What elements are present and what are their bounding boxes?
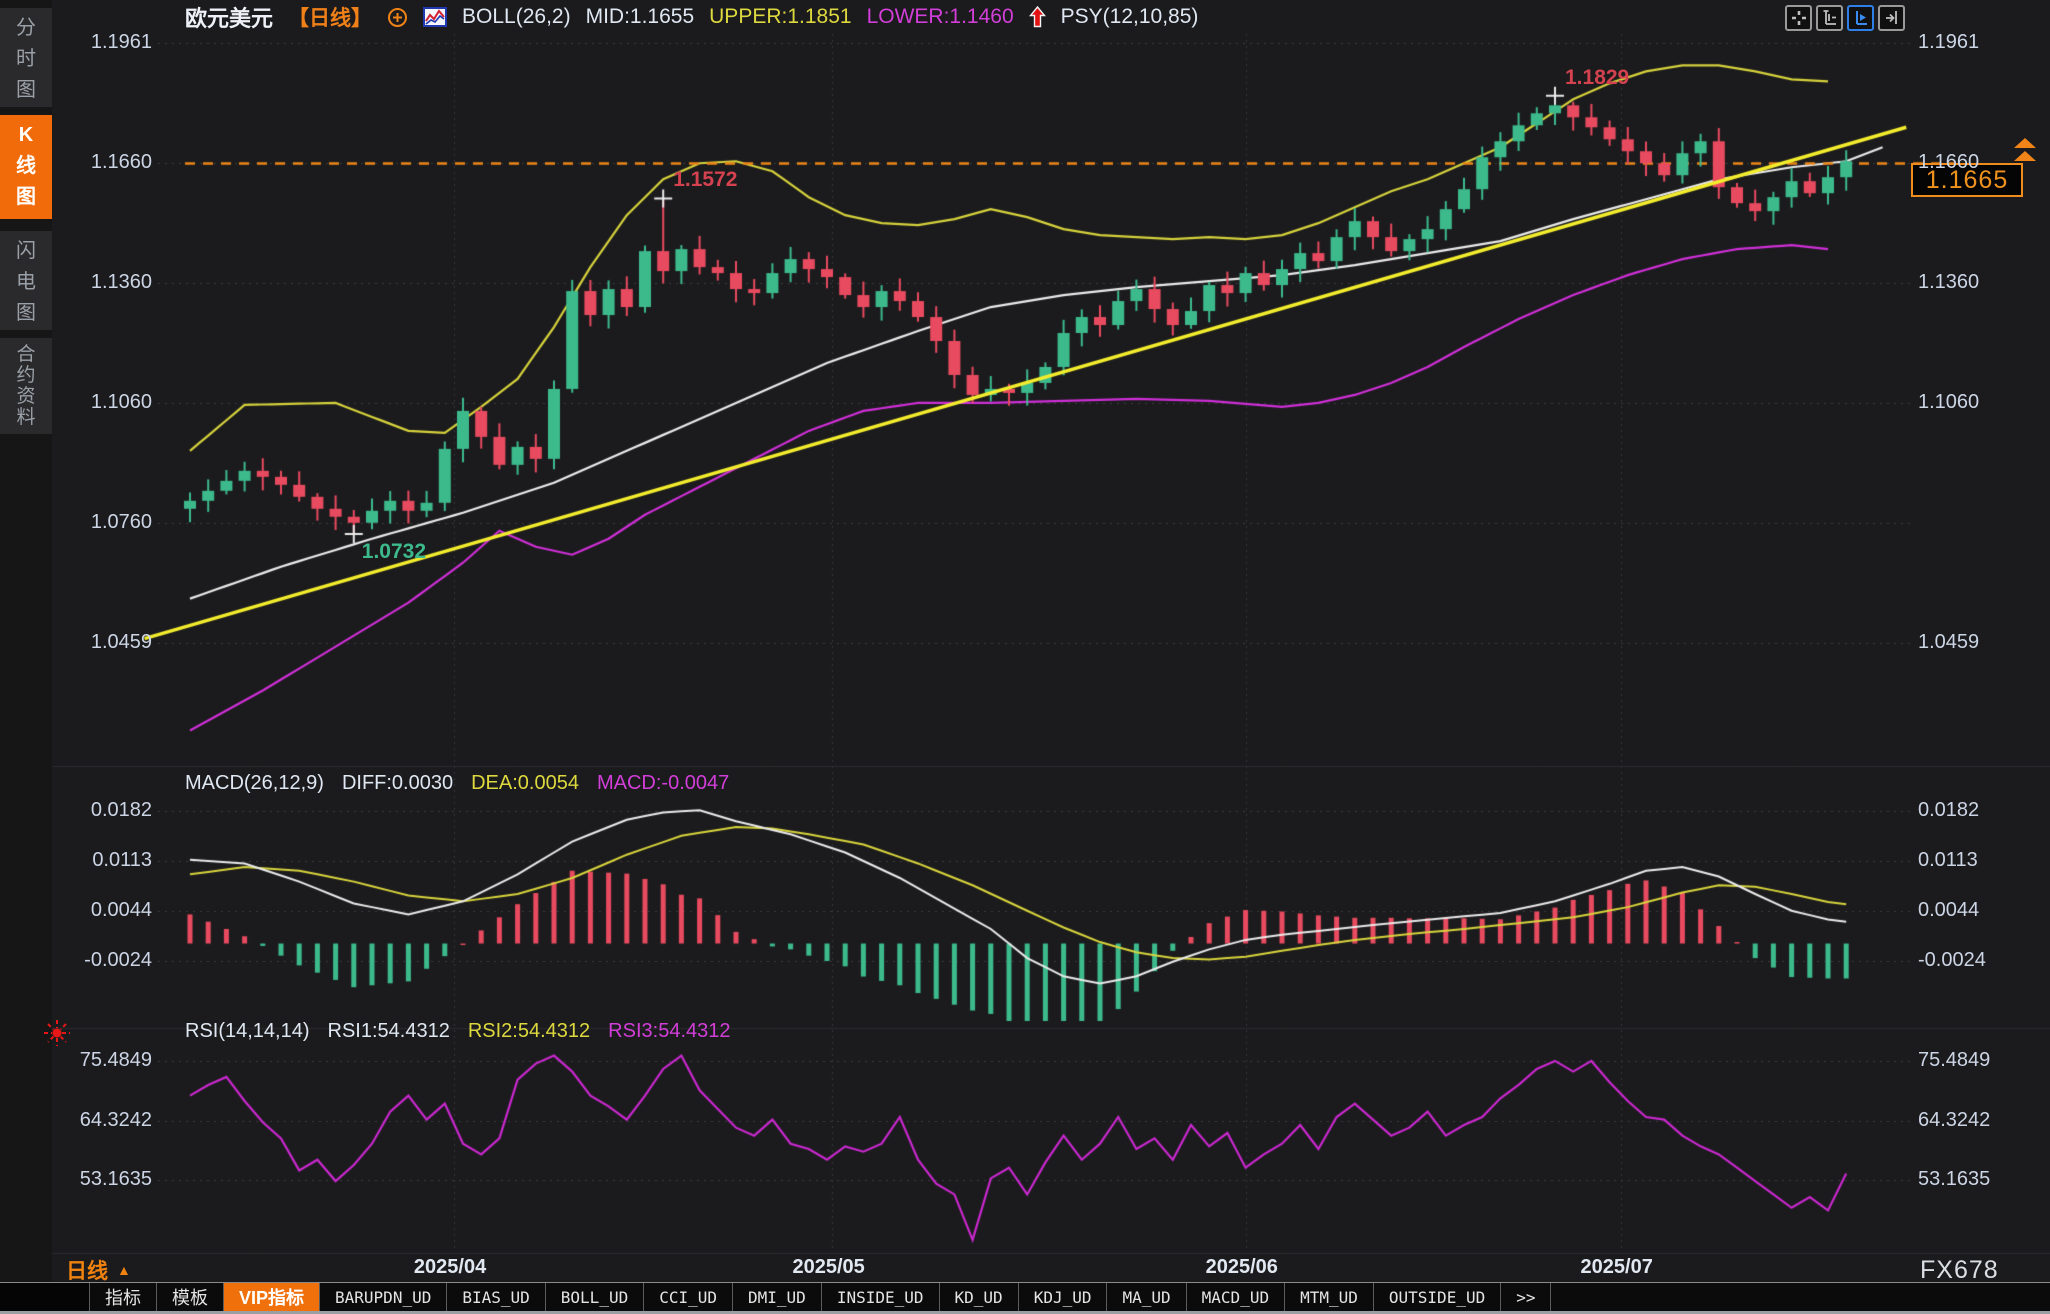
tab-BIAS_UD[interactable]: BIAS_UD [447, 1283, 546, 1311]
tab-BARUPDN_UD[interactable]: BARUPDN_UD [320, 1283, 448, 1311]
extreme-price-annotation: 1.0732 [361, 539, 427, 563]
price-axis-label-left: 1.0760 [90, 510, 152, 533]
rsi-axis-label-left: 75.4849 [79, 1049, 152, 1071]
price-axis-label-right: 1.1961 [1918, 31, 1980, 53]
y-axis-range-button[interactable] [1816, 5, 1843, 31]
price-axis-label-right: 1.1060 [1918, 390, 1980, 413]
extreme-price-annotation: 1.1572 [673, 168, 738, 192]
period-tag: 【日线】 [288, 7, 373, 30]
tab-模板[interactable]: 模板 [157, 1283, 224, 1311]
tab-指标[interactable]: 指标 [90, 1283, 157, 1311]
boll-upper-value: UPPER:1.1851 [709, 5, 852, 28]
tab-MTM_UD[interactable]: MTM_UD [1285, 1283, 1374, 1311]
extreme-price-annotation: 1.1829 [1565, 65, 1630, 89]
boll-lower-value: LOWER:1.1460 [866, 5, 1014, 28]
tab-OUTSIDE_UD[interactable]: OUTSIDE_UD [1374, 1283, 1502, 1311]
macd-axis-label-left: -0.0024 [84, 949, 152, 971]
tab-KD_UD[interactable]: KD_UD [940, 1283, 1019, 1311]
chart-toolbar [1785, 5, 1905, 31]
rsi-axis-label-right: 64.3242 [1918, 1108, 1991, 1131]
rsi-axis-label-left: 53.1635 [79, 1168, 152, 1191]
symbol-name: 欧元美元 [185, 6, 274, 31]
boll-label: BOLL(26,2) [462, 5, 571, 28]
x-axis-label: 2025/04 [413, 1256, 487, 1278]
boll-mid-value: MID:1.1655 [585, 5, 695, 28]
rsi2-value: RSI2:54.4312 [467, 1020, 591, 1042]
macd-axis-label-right: 0.0182 [1918, 799, 1980, 821]
rsi3-value: RSI3:54.4312 [608, 1020, 731, 1042]
price-axis-label-left: 1.1961 [90, 31, 152, 53]
macd-title: MACD(26,12,9) [185, 772, 324, 794]
sidebar-item-timeline-chart[interactable]: 分时图 [0, 8, 52, 107]
macd-axis-label-left: 0.0182 [90, 799, 152, 821]
macd-dea-value: DEA:0.0054 [471, 772, 579, 794]
macd-axis-label-right: 0.0113 [1918, 849, 1978, 872]
rsi-axis-label-left: 64.3242 [79, 1108, 152, 1131]
sidebar-item-contract-info[interactable]: 合约资料 [0, 338, 52, 434]
rsi-pane-header: RSI(14,14,14) RSI1:54.4312 RSI2:54.4312 … [185, 1020, 731, 1043]
rsi-title: RSI(14,14,14) [185, 1020, 310, 1042]
macd-diff-value: DIFF:0.0030 [341, 772, 454, 794]
tab-CCI_UD[interactable]: CCI_UD [644, 1283, 734, 1311]
pan-button[interactable] [1785, 5, 1812, 31]
tab-MA_UD[interactable]: MA_UD [1107, 1283, 1187, 1311]
macd-axis-label-left: 0.0044 [90, 899, 152, 922]
price-axis-label-left: 1.0459 [90, 631, 152, 653]
macd-axis-label-left: 0.0113 [92, 849, 152, 872]
x-axis-label: 2025/05 [792, 1256, 865, 1278]
price-marker-icon [2008, 138, 2042, 171]
red-up-arrow-icon [1028, 6, 1046, 28]
tabbar-spacer [0, 1283, 90, 1311]
mini-chart-icon[interactable] [423, 7, 448, 27]
x-axis-label: 2025/06 [1205, 1256, 1278, 1278]
auto-follow-button[interactable] [1847, 5, 1874, 31]
tab-KDJ_UD[interactable]: KDJ_UD [1019, 1283, 1108, 1311]
tab-MACD_UD[interactable]: MACD_UD [1187, 1283, 1286, 1311]
bottom-tabbar: 指标 模板 VIP指标 BARUPDN_UD BIAS_UD BOLL_UD CCI_UD D… [0, 1282, 2050, 1311]
price-axis-label-right: 1.0459 [1918, 631, 1980, 653]
x-axis-label: 2025/07 [1580, 1256, 1653, 1278]
macd-axis-label-right: -0.0024 [1918, 949, 1986, 971]
price-axis-label-left: 1.1060 [90, 390, 152, 413]
tab-VIP指标[interactable]: VIP指标 [224, 1283, 321, 1311]
chart-header: 欧元美元 【日线】 BOLL(26,2) MID:1.1655 UPPER:1.… [185, 2, 1198, 32]
triangle-up-icon: ▲ [117, 1262, 131, 1278]
left-sidebar: 分时图 K线图 闪电图 合约资料 [0, 0, 52, 1314]
price-axis-label-right: 1.1660 [1918, 151, 1980, 174]
macd-value: MACD:-0.0047 [596, 772, 730, 794]
period-selector-label: 日线 [66, 1260, 108, 1283]
sidebar-item-flash-chart[interactable]: 闪电图 [0, 231, 52, 330]
tab-BOLL_UD[interactable]: BOLL_UD [546, 1283, 645, 1311]
tab->>[interactable]: >> [1501, 1283, 1552, 1311]
price-axis-label-left: 1.1360 [90, 271, 152, 294]
price-axis-label-left: 1.1660 [90, 151, 152, 174]
macd-axis-label-right: 0.0044 [1918, 899, 1980, 922]
tab-DMI_UD[interactable]: DMI_UD [733, 1283, 822, 1311]
alert-starburst-icon [42, 1018, 72, 1053]
period-selector-button[interactable]: 日线 ▲ [66, 1255, 131, 1285]
rsi1-value: RSI1:54.4312 [327, 1020, 450, 1042]
psy-label: PSY(12,10,85) [1060, 5, 1199, 28]
price-axis-label-right: 1.1360 [1918, 271, 1980, 294]
brand-watermark: FX678 [1920, 1256, 1999, 1284]
rsi-axis-label-right: 75.4849 [1918, 1049, 1991, 1071]
compare-circle-plus-icon[interactable] [387, 7, 408, 28]
chart-app-window: 分时图 K线图 闪电图 合约资料 欧元美元 【日线】 BOLL(26,2) MI… [0, 0, 2050, 1314]
macd-pane-header: MACD(26,12,9) DIFF:0.0030 DEA:0.0054 MAC… [185, 772, 729, 795]
tab-INSIDE_UD[interactable]: INSIDE_UD [822, 1283, 940, 1311]
rsi-axis-label-right: 53.1635 [1918, 1168, 1991, 1191]
x-axis-shift-button[interactable] [1878, 5, 1905, 31]
price-chart-canvas[interactable] [0, 0, 2050, 1314]
sidebar-item-candle-chart[interactable]: K线图 [0, 115, 52, 219]
